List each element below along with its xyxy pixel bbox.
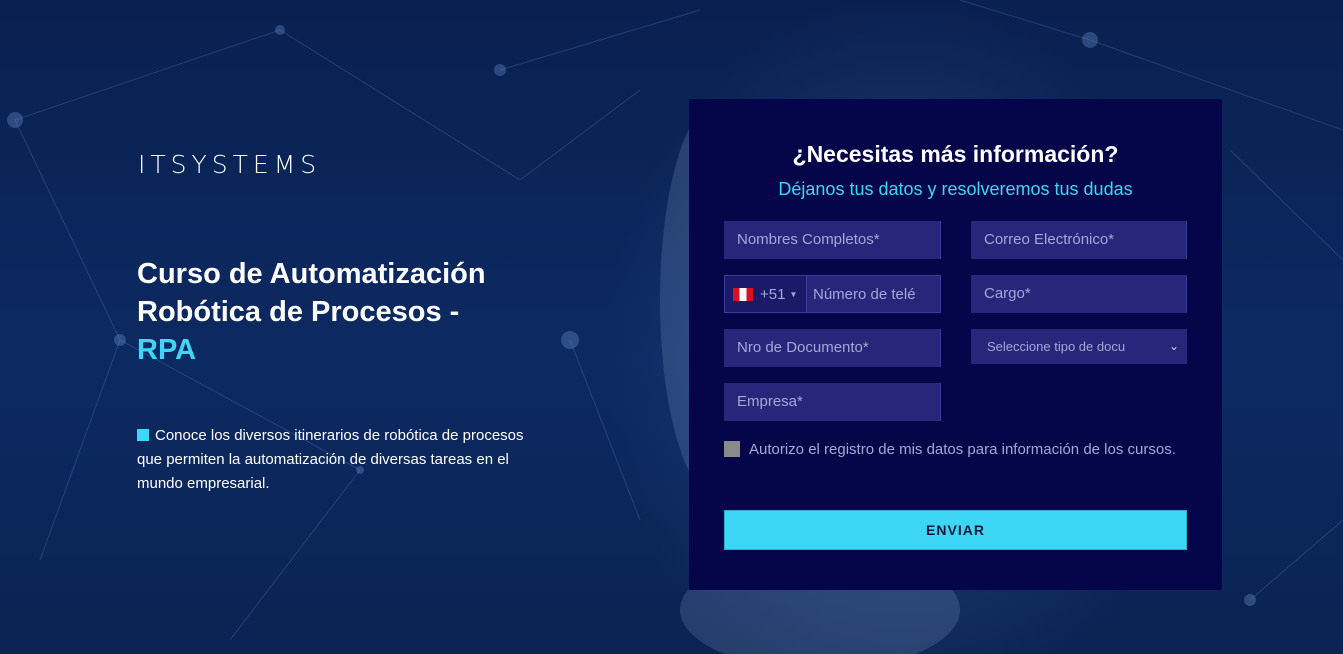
peru-flag-icon (733, 287, 753, 301)
course-description-text: Conoce los diversos itinerarios de robót… (137, 427, 524, 492)
course-title-text: Curso de Automatización Robótica de Proc… (137, 258, 486, 328)
country-code-selector[interactable]: +51 ▼ (725, 276, 807, 312)
chevron-down-icon: ⌄ (1168, 339, 1179, 353)
company-input[interactable]: Empresa* (724, 383, 941, 421)
country-code: +51 (760, 285, 786, 303)
phone-number-input[interactable]: Número de telé (807, 286, 916, 303)
contact-form-panel: ¿Necesitas más información? Déjanos tus … (689, 99, 1222, 590)
itsystems-logo[interactable]: ITSYSTEMS (138, 150, 321, 179)
position-input[interactable]: Cargo* (971, 275, 1187, 313)
caret-down-icon: ▼ (789, 289, 798, 299)
submit-button[interactable]: ENVIAR (724, 510, 1187, 550)
form-title: ¿Necesitas más información? (792, 141, 1119, 167)
course-description: Conoce los diversos itinerarios de robót… (137, 424, 537, 496)
course-title-accent: RPA (137, 334, 197, 366)
phone-field: +51 ▼ Número de telé (724, 275, 941, 313)
email-input[interactable]: Correo Electrónico* (971, 221, 1187, 259)
form-subtitle: Déjanos tus datos y resolveremos tus dud… (778, 179, 1133, 199)
document-type-select[interactable]: Seleccione tipo de docu ⌄ (971, 329, 1187, 364)
course-title: Curso de Automatización Robótica de Proc… (137, 255, 537, 369)
document-type-selected: Seleccione tipo de docu (987, 339, 1126, 354)
square-bullet-icon (137, 429, 149, 441)
consent-checkbox[interactable] (724, 441, 740, 457)
full-name-input[interactable]: Nombres Completos* (724, 221, 941, 259)
consent-label: Autorizo el registro de mis datos para i… (749, 441, 1176, 458)
document-number-input[interactable]: Nro de Documento* (724, 329, 941, 367)
